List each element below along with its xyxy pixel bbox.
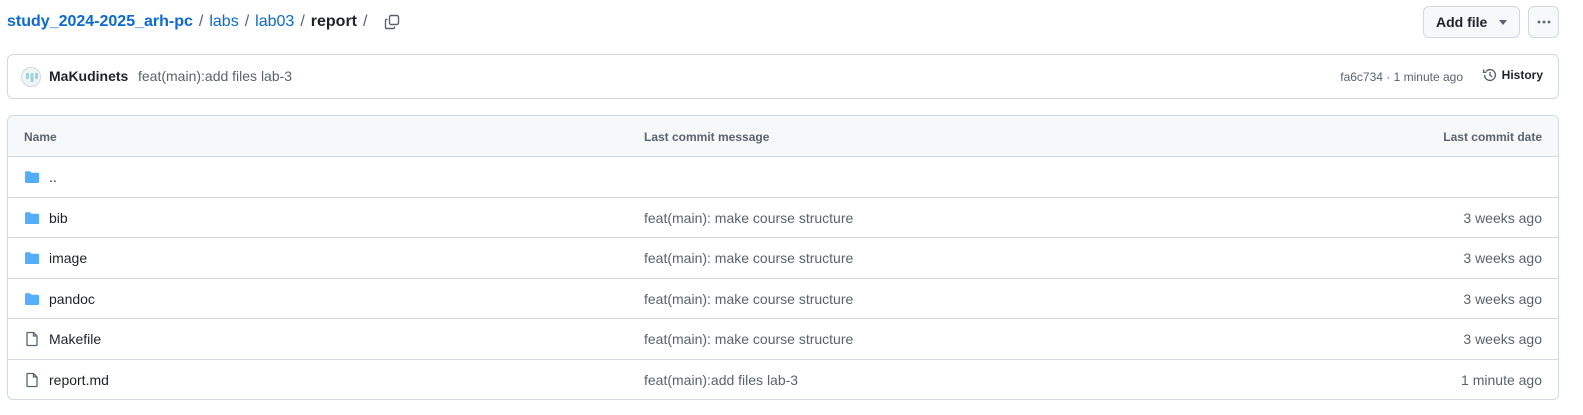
breadcrumb: study_2024-2025_arh-pc / labs / lab03 / …	[7, 11, 402, 33]
table-row[interactable]: Makefile feat(main): make course structu…	[8, 319, 1558, 360]
row-name[interactable]: bib	[49, 210, 68, 226]
more-options-button[interactable]	[1528, 6, 1559, 38]
row-commit-message[interactable]: feat(main): make course structure	[644, 291, 853, 307]
table-row[interactable]: bib feat(main): make course structure 3 …	[8, 198, 1558, 238]
breadcrumb-separator: /	[300, 13, 305, 30]
row-name[interactable]: ..	[49, 169, 57, 185]
copy-path-icon[interactable]	[382, 12, 402, 32]
chevron-down-icon	[1499, 20, 1507, 25]
table-row-parent[interactable]: ..	[8, 157, 1558, 198]
row-commit-message[interactable]: feat(main):add files lab-3	[644, 372, 798, 388]
file-icon	[24, 372, 40, 388]
column-header-name: Name	[24, 130, 57, 144]
folder-icon	[24, 169, 40, 185]
folder-icon	[24, 210, 40, 226]
commit-message[interactable]: feat(main):add files lab-3	[138, 68, 292, 84]
breadcrumb-labs-link[interactable]: labs	[209, 13, 238, 31]
row-name[interactable]: image	[49, 250, 87, 266]
add-file-button[interactable]: Add file	[1423, 6, 1520, 38]
row-commit-date: 3 weeks ago	[1463, 209, 1542, 226]
row-name[interactable]: pandoc	[49, 291, 95, 307]
column-header-message: Last commit message	[644, 130, 770, 144]
history-icon	[1482, 68, 1496, 82]
column-header-date: Last commit date	[1443, 130, 1542, 144]
row-commit-date: 1 minute ago	[1461, 371, 1542, 388]
table-row[interactable]: report.md feat(main):add files lab-3 1 m…	[8, 360, 1558, 400]
table-row[interactable]: image feat(main): make course structure …	[8, 238, 1558, 279]
history-button[interactable]: History	[1482, 67, 1543, 83]
breadcrumb-lab03-link[interactable]: lab03	[255, 13, 294, 31]
latest-commit-bar: MaKudinets feat(main):add files lab-3 fa…	[7, 54, 1559, 99]
row-commit-date: 3 weeks ago	[1463, 250, 1542, 266]
add-file-label: Add file	[1436, 14, 1488, 30]
row-commit-date: 3 weeks ago	[1463, 331, 1542, 347]
table-header: Name Last commit message Last commit dat…	[8, 116, 1558, 157]
commit-meta[interactable]: fa6c734 · 1 minute ago	[1340, 70, 1463, 84]
file-icon	[24, 331, 40, 347]
breadcrumb-current: report	[310, 13, 357, 30]
row-commit-message[interactable]: feat(main): make course structure	[644, 250, 853, 266]
breadcrumb-repo-link[interactable]: study_2024-2025_arh-pc	[7, 13, 193, 31]
row-name[interactable]: report.md	[49, 372, 109, 388]
commit-author[interactable]: MaKudinets	[49, 68, 128, 84]
kebab-horizontal-icon	[1537, 20, 1550, 24]
file-table: Name Last commit message Last commit dat…	[7, 115, 1559, 400]
history-label: History	[1501, 68, 1543, 82]
top-bar: study_2024-2025_arh-pc / labs / lab03 / …	[0, 0, 1583, 44]
table-row[interactable]: pandoc feat(main): make course structure…	[8, 279, 1558, 319]
breadcrumb-separator: /	[363, 13, 368, 30]
row-commit-message[interactable]: feat(main): make course structure	[644, 210, 853, 226]
breadcrumb-separator: /	[244, 13, 250, 30]
row-commit-date: 3 weeks ago	[1463, 290, 1542, 307]
folder-icon	[24, 291, 40, 307]
row-name[interactable]: Makefile	[49, 331, 101, 347]
row-commit-message[interactable]: feat(main): make course structure	[644, 331, 853, 347]
folder-icon	[24, 250, 40, 266]
breadcrumb-separator: /	[198, 13, 204, 30]
avatar[interactable]	[21, 67, 41, 87]
